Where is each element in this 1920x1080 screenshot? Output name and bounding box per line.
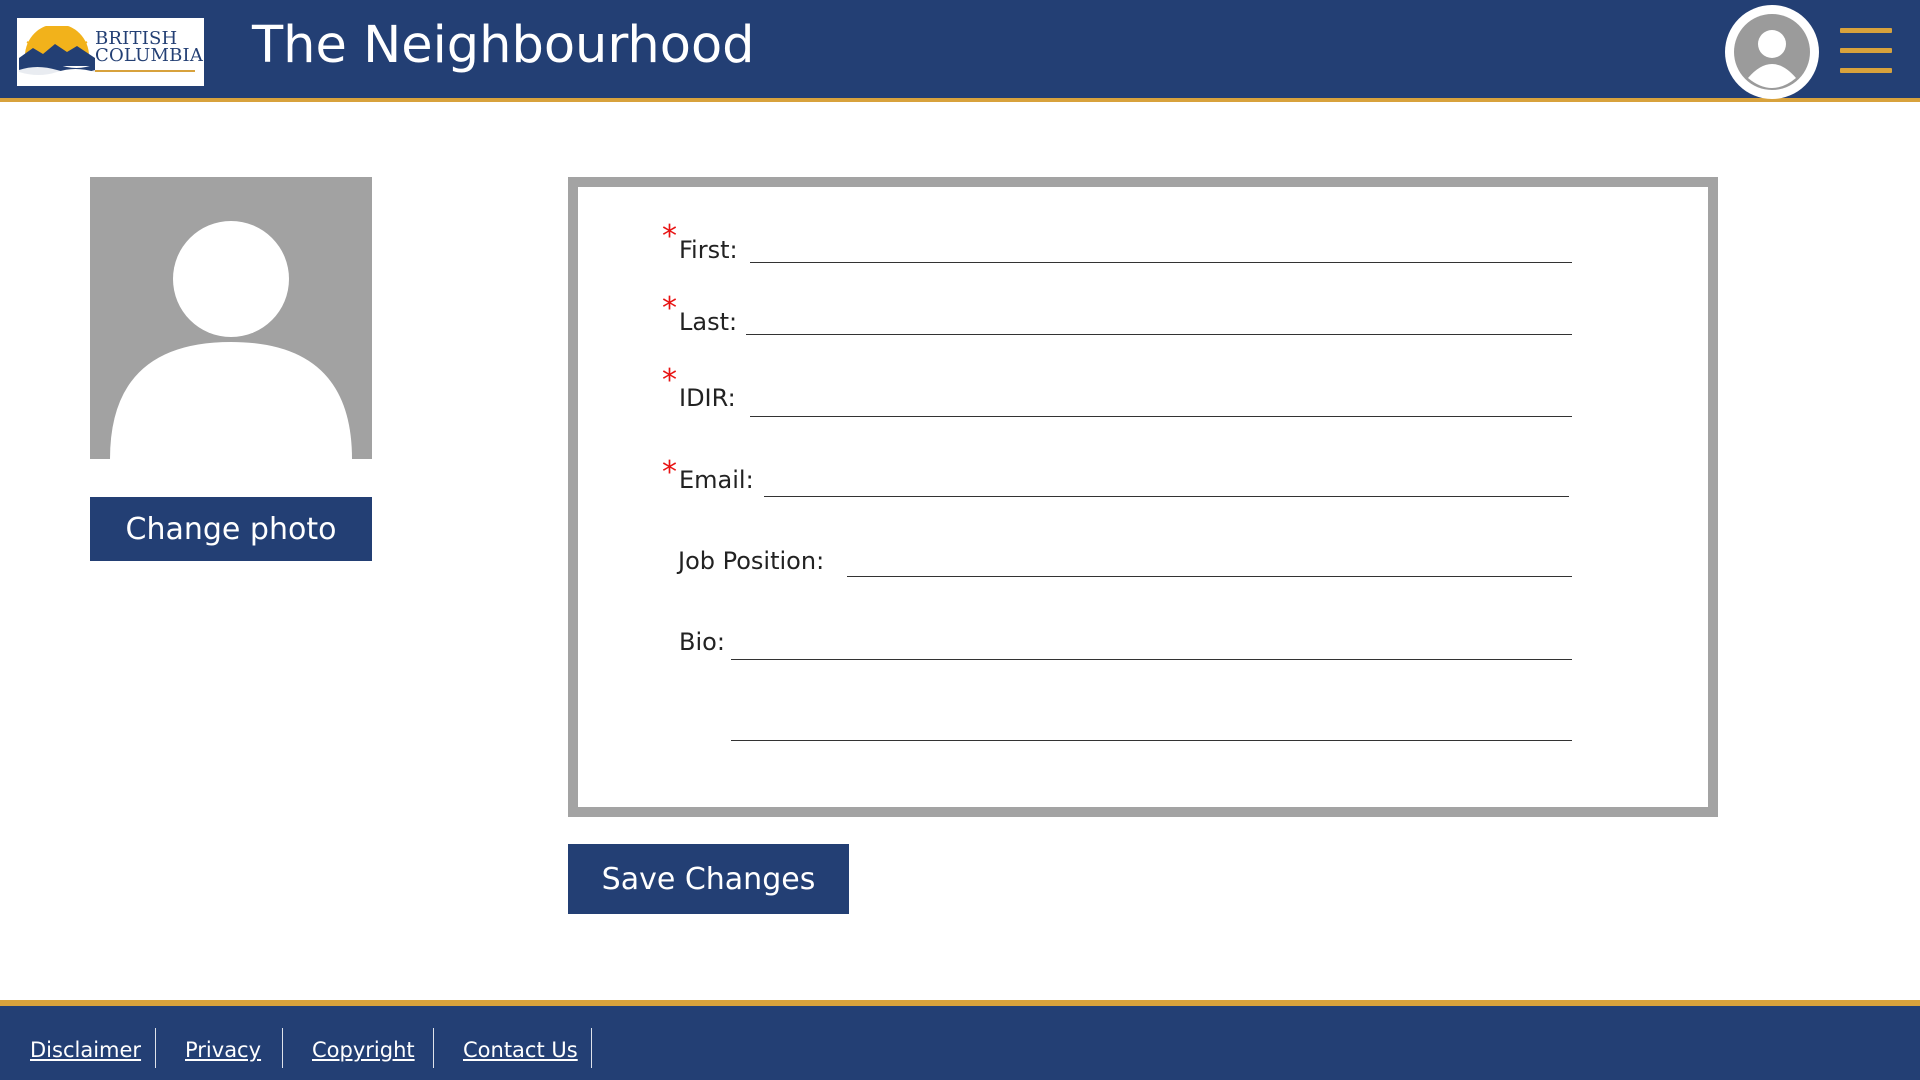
bio-input-line-1[interactable] bbox=[731, 659, 1572, 660]
footer-separator bbox=[433, 1028, 434, 1068]
bio-label: Bio: bbox=[679, 628, 725, 656]
job-position-label: Job Position: bbox=[678, 547, 825, 575]
save-changes-button[interactable]: Save Changes bbox=[568, 844, 849, 914]
idir-label: IDIR: bbox=[679, 384, 736, 412]
bio-input-line-2[interactable] bbox=[731, 740, 1572, 741]
required-marker: * bbox=[662, 219, 677, 254]
required-marker: * bbox=[662, 363, 677, 398]
profile-form bbox=[568, 177, 1718, 817]
job-position-input[interactable] bbox=[847, 576, 1572, 577]
app-header: BRITISH COLUMBIA The Neighbourhood bbox=[0, 0, 1920, 102]
last-input[interactable] bbox=[746, 334, 1572, 335]
user-avatar-button[interactable] bbox=[1725, 5, 1819, 99]
logo-text: BRITISH COLUMBIA bbox=[95, 30, 204, 66]
footer-link-copyright[interactable]: Copyright bbox=[312, 1038, 415, 1062]
logo-line-2: COLUMBIA bbox=[95, 45, 204, 66]
last-label: Last: bbox=[679, 308, 738, 336]
first-label: First: bbox=[679, 236, 738, 264]
first-input[interactable] bbox=[750, 262, 1572, 263]
profile-photo bbox=[90, 177, 372, 459]
profile-placeholder-icon bbox=[110, 221, 352, 459]
user-avatar-icon bbox=[1734, 14, 1810, 90]
bc-logo[interactable]: BRITISH COLUMBIA bbox=[17, 18, 204, 86]
footer-separator bbox=[155, 1028, 156, 1068]
change-photo-button[interactable]: Change photo bbox=[90, 497, 372, 561]
menu-bar bbox=[1840, 68, 1892, 73]
hamburger-menu-icon[interactable] bbox=[1840, 28, 1892, 74]
footer-link-contact-us[interactable]: Contact Us bbox=[463, 1038, 578, 1062]
menu-bar bbox=[1840, 28, 1892, 33]
required-marker: * bbox=[662, 291, 677, 326]
footer-separator bbox=[282, 1028, 283, 1068]
required-marker: * bbox=[662, 455, 677, 490]
footer: Disclaimer Privacy Copyright Contact Us bbox=[0, 1000, 1920, 1080]
bc-logo-icon bbox=[19, 26, 95, 76]
footer-separator bbox=[591, 1028, 592, 1068]
menu-bar bbox=[1840, 48, 1892, 53]
idir-input[interactable] bbox=[750, 416, 1572, 417]
footer-link-privacy[interactable]: Privacy bbox=[185, 1038, 261, 1062]
app-title: The Neighbourhood bbox=[252, 16, 755, 75]
email-label: Email: bbox=[679, 466, 754, 494]
logo-underline bbox=[95, 70, 195, 72]
email-input[interactable] bbox=[764, 496, 1569, 497]
footer-link-disclaimer[interactable]: Disclaimer bbox=[30, 1038, 141, 1062]
